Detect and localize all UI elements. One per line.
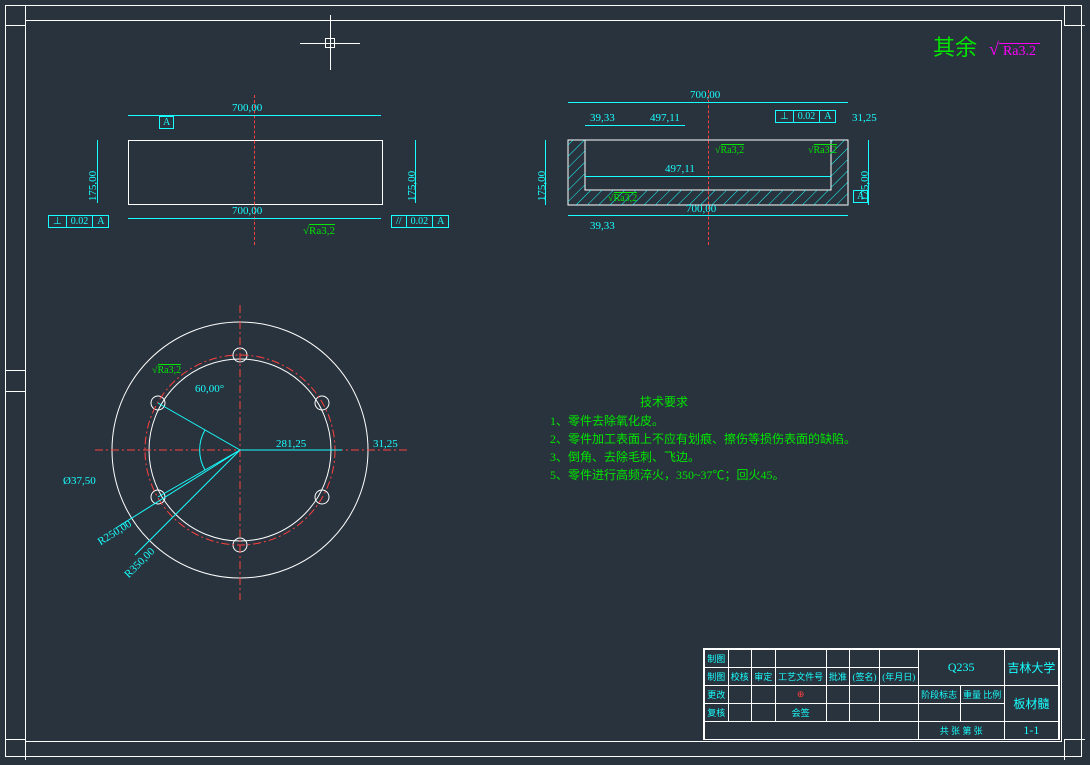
dim-hole-d: Ø37,50 xyxy=(63,475,96,487)
tb-sheet: 1-1 xyxy=(1004,722,1058,740)
notes-l3: 3、倒角、去除毛刺、飞边。 xyxy=(550,448,700,465)
tb-part: 板材髓 xyxy=(1004,686,1058,722)
notes-l1: 1、零件去除氧化皮。 xyxy=(550,412,664,429)
tb-material: Q235 xyxy=(918,650,1004,686)
notes-title: 技术要求 xyxy=(640,393,688,410)
dim-edge: 31,25 xyxy=(373,438,398,450)
ra-top: √Ra3,2 xyxy=(152,365,181,376)
notes-l4: 5、零件进行高频淬火，350~37℃；回火45。 xyxy=(550,466,785,483)
title-block: 制图 Q235 吉林大学 制图校核审定工艺文件号批准(签名)(年月日) 更改⊕ … xyxy=(703,648,1060,740)
tb-inst: 吉林大学 xyxy=(1004,650,1058,686)
dim-pcd: 281,25 xyxy=(276,438,306,450)
notes-l2: 2、零件加工表面上不应有划痕、擦伤等损伤表面的缺陷。 xyxy=(550,430,856,447)
dim-angle: 60,00° xyxy=(195,383,224,395)
